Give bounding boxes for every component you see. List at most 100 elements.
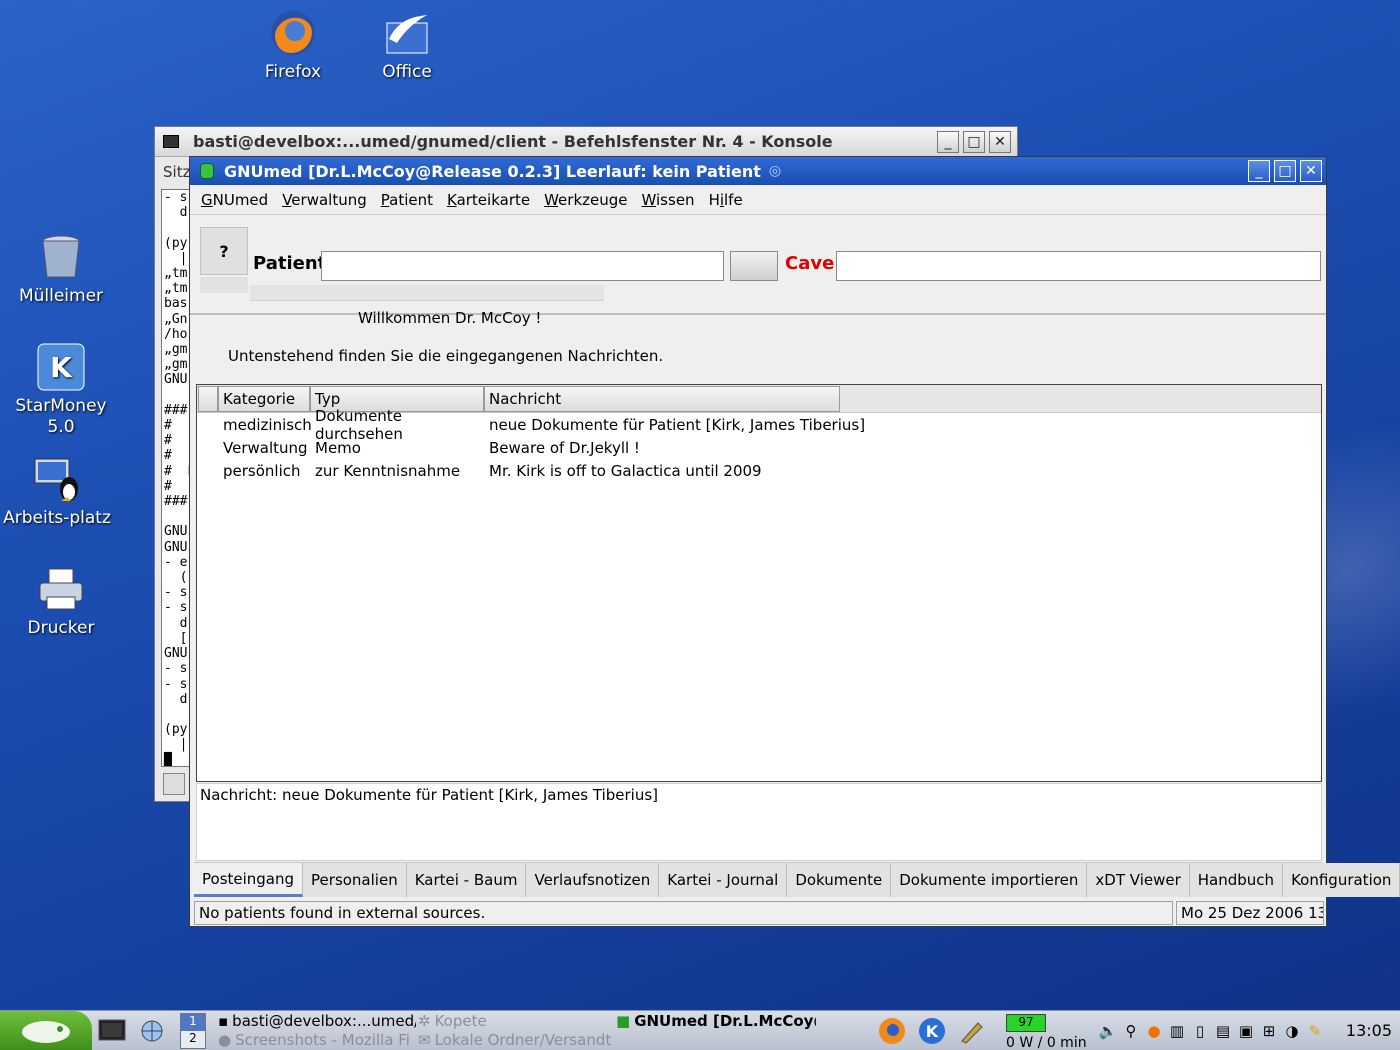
table-row[interactable]: Verwaltung Memo Beware of Dr.Jekyll ! [197, 436, 1321, 459]
message-preview[interactable]: Nachricht: neue Dokumente für Patient [K… [196, 783, 1322, 861]
network-icon[interactable]: ▥ [1167, 1020, 1187, 1042]
clock[interactable]: 13:05 [1346, 1021, 1392, 1040]
desktop-icon-trash[interactable]: Mülleimer [6, 232, 116, 307]
patient-action-button[interactable] [730, 251, 778, 281]
notebook-tabs: Posteingang Personalien Kartei - Baum Ve… [194, 862, 1400, 897]
search-icon[interactable]: ⚲ [1121, 1020, 1141, 1042]
desktop-icon-label: Mülleimer [18, 286, 104, 306]
volume-icon[interactable]: 🔈 [1098, 1020, 1118, 1042]
close-button[interactable]: ✕ [1300, 160, 1322, 182]
patient-search-input[interactable] [321, 251, 724, 281]
patient-photo[interactable]: ? [200, 227, 248, 275]
menu-hilfe[interactable]: Hilfe [709, 191, 743, 209]
gnumed-app-icon [200, 163, 214, 179]
maximize-button[interactable]: □ [963, 130, 985, 153]
menu-patient[interactable]: Patient [381, 191, 433, 209]
status-message: No patients found in external sources. [194, 901, 1173, 925]
statusbar: No patients found in external sources. M… [194, 901, 1324, 925]
desktop-pager[interactable]: 1 2 [180, 1013, 206, 1049]
computer-tux-icon [32, 454, 82, 504]
cell-kategorie: Verwaltung [223, 438, 308, 457]
menu-verwaltung[interactable]: Verwaltung [282, 191, 367, 209]
table-row[interactable]: persönlich zur Kenntnisnahme Mr. Kirk is… [197, 459, 1321, 482]
desktop-icon-office[interactable]: Office [352, 8, 462, 83]
menu-gnumed[interactable]: GNUmed [201, 191, 268, 209]
cell-kategorie: persönlich [223, 461, 301, 480]
new-session-icon[interactable] [163, 773, 185, 795]
konsole-titlebar[interactable]: basti@develbox:...umed/gnumed/client - B… [155, 127, 1017, 157]
desktop-icon-firefox[interactable]: Firefox [238, 8, 348, 83]
minimize-button[interactable]: _ [937, 130, 959, 153]
terminal-launcher-icon[interactable] [98, 1017, 126, 1045]
menu-karteikarte[interactable]: Karteikarte [447, 191, 530, 209]
status-datetime: Mo 25 Dez 2006 13: [1176, 901, 1324, 925]
cell-nachricht: Beware of Dr.Jekyll ! [489, 438, 640, 457]
desktop-icon-label: StarMoney 5.0 [15, 396, 107, 437]
firefox-icon: ● [218, 1031, 232, 1049]
tab-personalien[interactable]: Personalien [303, 863, 407, 897]
tab-dokumente-importieren[interactable]: Dokumente importieren [891, 863, 1088, 897]
cell-kategorie: medizinisch [223, 415, 312, 434]
desktop-icon-starmoney[interactable]: K StarMoney 5.0 [6, 342, 116, 438]
network-launcher-icon[interactable] [138, 1017, 166, 1045]
desktop-icon-printer[interactable]: Drucker [6, 564, 116, 639]
menu-wissen[interactable]: Wissen [642, 191, 695, 209]
task-thunderbird[interactable]: ✉ Lokale Ordner/Versandte [418, 1031, 612, 1049]
tab-handbuch[interactable]: Handbuch [1189, 863, 1284, 897]
notes-icon[interactable]: ✎ [1305, 1020, 1325, 1042]
system-tray: 🔈 ⚲ ● ▥ ▯ ▤ ▣ ⊞ ◑ ✎ [1098, 1020, 1325, 1042]
maximize-button[interactable]: □ [1274, 160, 1296, 182]
cell-typ: Memo [315, 438, 361, 457]
tab-verlaufsnotizen[interactable]: Verlaufsnotizen [526, 863, 660, 897]
desktop-icon-label: Arbeits-platz [3, 508, 111, 528]
terminal-icon [163, 135, 179, 148]
task-konsole[interactable]: ▪ basti@develbox:...umed/c [218, 1012, 416, 1030]
warning-icon[interactable]: ● [1144, 1020, 1164, 1042]
kde-gear-icon: K [36, 342, 86, 392]
pager-desktop-1[interactable]: 1 [181, 1014, 205, 1031]
mail-icon: ✉ [418, 1031, 431, 1049]
pager-desktop-2[interactable]: 2 [181, 1031, 205, 1045]
gnumed-window[interactable]: GNUmed [Dr.L.McCoy@Release 0.2.3] Leerla… [189, 156, 1400, 927]
kde-launcher-icon[interactable]: K [918, 1017, 946, 1045]
patient-photo-caption [200, 277, 248, 293]
column-header-kategorie[interactable]: Kategorie [218, 386, 310, 412]
gnumed-titlebar[interactable]: GNUmed [Dr.L.McCoy@Release 0.2.3] Leerla… [190, 157, 1326, 185]
tab-xdt-viewer[interactable]: xDT Viewer [1087, 863, 1190, 897]
cave-label: Cave [785, 253, 835, 274]
firefox-launcher-icon[interactable] [878, 1017, 906, 1045]
patient-label: Patient [253, 253, 327, 274]
close-button[interactable]: ✕ [989, 130, 1011, 153]
task-gnumed[interactable]: ■ GNUmed [Dr.L.McCoy@ [616, 1012, 816, 1030]
minimize-button[interactable]: _ [1248, 160, 1270, 182]
tools-launcher-icon[interactable] [958, 1017, 986, 1045]
inbox-list[interactable]: Kategorie Typ Nachricht medizinisch Doku… [196, 384, 1322, 782]
klipper-icon[interactable]: ▯ [1190, 1020, 1210, 1042]
trash-icon [36, 232, 86, 282]
desktop-icon-label: Office [382, 62, 432, 82]
tab-konfiguration[interactable]: Konfiguration [1283, 863, 1400, 897]
task-kopete[interactable]: ✲ Kopete [418, 1012, 608, 1030]
menubar: GNUmed Verwaltung Patient Karteikarte We… [190, 185, 1326, 215]
start-menu-button[interactable] [0, 1011, 92, 1050]
display-icon[interactable]: ▣ [1236, 1020, 1256, 1042]
update-icon[interactable]: ◑ [1282, 1020, 1302, 1042]
tab-posteingang[interactable]: Posteingang [194, 863, 304, 897]
tab-kartei-journal[interactable]: Kartei - Journal [659, 863, 788, 897]
cell-nachricht: Mr. Kirk is off to Galactica until 2009 [489, 461, 762, 480]
battery-indicator[interactable]: 97 [1006, 1014, 1046, 1032]
desktop-icon-workplace[interactable]: Arbeits-platz [2, 454, 112, 529]
svg-text:K: K [926, 1022, 939, 1041]
table-row[interactable]: medizinisch Dokumente durchsehen neue Do… [197, 407, 1321, 443]
menu-werkzeuge[interactable]: Werkzeuge [544, 191, 627, 209]
cave-input[interactable] [836, 251, 1321, 281]
column-header-icon[interactable] [198, 386, 218, 412]
tab-dokumente[interactable]: Dokumente [787, 863, 892, 897]
column-header-nachricht[interactable]: Nachricht [484, 386, 840, 412]
share-icon[interactable]: ⊞ [1259, 1020, 1279, 1042]
task-firefox[interactable]: ● Screenshots - Mozilla Fi [218, 1031, 416, 1049]
snail-icon: ◎ [768, 163, 782, 179]
terminal-output[interactable]: - s d (py || „tm „tm bas „Gn /ho „gm „gm… [161, 189, 191, 767]
monitor-icon[interactable]: ▤ [1213, 1020, 1233, 1042]
tab-kartei-baum[interactable]: Kartei - Baum [406, 863, 527, 897]
